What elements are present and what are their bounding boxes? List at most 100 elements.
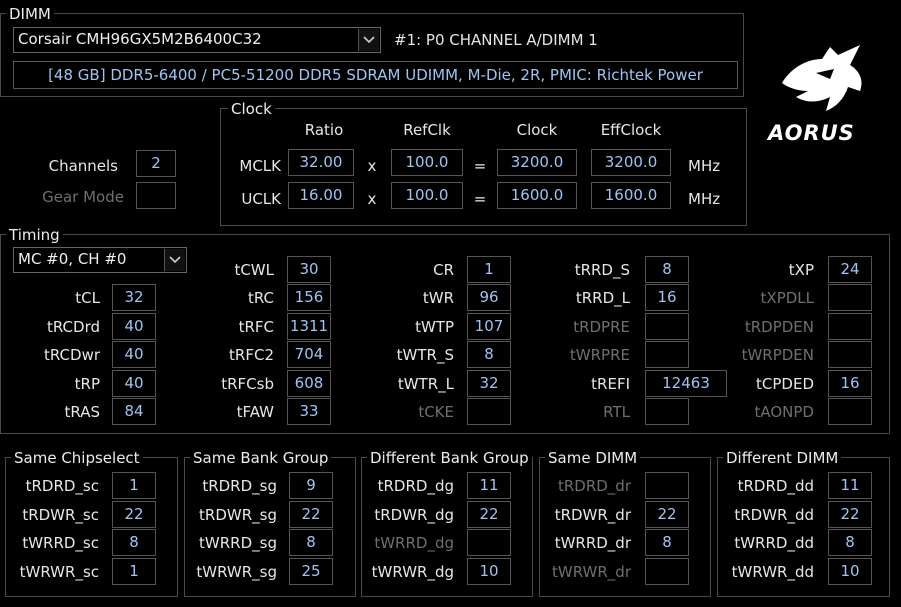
timing-label-taonpd: tAONPD bbox=[754, 403, 814, 421]
timing-label-trcdrd: tRCDrd bbox=[46, 318, 100, 336]
timing-value-tcpded: 16 bbox=[828, 370, 872, 397]
module-select-value: Corsair CMH96GX5M2B6400C32 bbox=[18, 30, 262, 48]
uclk-refclk: 100.0 bbox=[391, 182, 463, 209]
mc-channel-select[interactable]: MC #0, CH #0 bbox=[13, 247, 187, 273]
timing-label-trfc: tRFC bbox=[238, 318, 274, 336]
group-value-trdrd_dr bbox=[645, 472, 689, 499]
timing-label-twtr_s: tWTR_S bbox=[396, 346, 454, 364]
timing-value-twrpden bbox=[828, 341, 872, 368]
group-label-trdwr_dd: tRDWR_dd bbox=[734, 506, 814, 524]
group-label-twrwr_sc: tWRWR_sc bbox=[19, 563, 99, 581]
group-legend: Same Chipselect bbox=[11, 449, 143, 467]
group-value-twrrd_sc: 8 bbox=[112, 529, 156, 556]
group-label-twrrd_dr: tWRRD_dr bbox=[554, 534, 631, 552]
mclk-ratio: 32.00 bbox=[288, 149, 354, 176]
uclk-label: UCLK bbox=[241, 190, 281, 208]
uclk-times: x bbox=[367, 190, 377, 208]
timing-label-twr: tWR bbox=[422, 289, 454, 307]
timing-value-trc: 156 bbox=[287, 284, 331, 311]
timing-value-trrd_l: 16 bbox=[645, 284, 689, 311]
group-legend: Same DIMM bbox=[545, 449, 641, 467]
timing-label-tcpded: tCPDED bbox=[756, 375, 814, 393]
group-label-trdrd_dg: tRDRD_dg bbox=[377, 477, 454, 495]
timing-value-trfc: 1311 bbox=[287, 313, 331, 340]
timing-value-tcke bbox=[467, 398, 511, 425]
uclk-equals: = bbox=[473, 190, 487, 208]
timing-value-tcwl: 30 bbox=[287, 256, 331, 283]
chevron-down-icon[interactable] bbox=[358, 29, 379, 51]
timing-value-trdpre bbox=[645, 313, 689, 340]
group-value-twrrd_dr: 8 bbox=[645, 529, 689, 556]
group-value-trdwr_dr: 22 bbox=[645, 501, 689, 528]
group-label-twrwr_dd: tWRWR_dd bbox=[731, 563, 814, 581]
group-value-twrrd_dd: 8 bbox=[828, 529, 872, 556]
timing-label-txp: tXP bbox=[788, 261, 814, 279]
clock-header-refclk: RefClk bbox=[403, 121, 451, 139]
timing-value-twrpre bbox=[645, 341, 689, 368]
group-value-twrwr_dg: 10 bbox=[467, 558, 511, 585]
clock-header-ratio: Ratio bbox=[304, 121, 344, 139]
timing-value-tras: 84 bbox=[112, 398, 156, 425]
timing-label-twtp: tWTP bbox=[415, 318, 454, 336]
group-value-twrwr_dr bbox=[645, 558, 689, 585]
mclk-equals: = bbox=[473, 157, 487, 175]
module-select[interactable]: Corsair CMH96GX5M2B6400C32 bbox=[13, 27, 381, 53]
timing-value-twtp: 107 bbox=[467, 313, 511, 340]
group-value-trdrd_dg: 11 bbox=[467, 472, 511, 499]
mclk-effclock: 3200.0 bbox=[591, 149, 671, 176]
uclk-clock: 1600.0 bbox=[497, 182, 577, 209]
group-value-twrrd_dg bbox=[467, 529, 511, 556]
timing-value-cr: 1 bbox=[467, 256, 511, 283]
group-legend: Different DIMM bbox=[723, 449, 842, 467]
timing-label-trcdwr: tRCDwr bbox=[43, 346, 100, 364]
group-label-twrrd_sc: tWRRD_sc bbox=[22, 534, 99, 552]
timing-value-twr: 96 bbox=[467, 284, 511, 311]
timing-label-rtl: RTL bbox=[603, 403, 630, 421]
timing-label-trc: tRC bbox=[247, 289, 274, 307]
timing-label-twtr_l: tWTR_L bbox=[397, 375, 454, 393]
timing-label-cr: CR bbox=[433, 261, 454, 279]
group-legend: Different Bank Group bbox=[367, 449, 532, 467]
group-label-twrrd_dd: tWRRD_dd bbox=[734, 534, 814, 552]
timing-value-trefi: 12463 bbox=[645, 370, 727, 397]
group-label-trdwr_dg: tRDWR_dg bbox=[374, 506, 454, 524]
timing-label-trfc2: tRFC2 bbox=[229, 346, 274, 364]
group-label-trdwr_sg: tRDWR_sg bbox=[199, 506, 277, 524]
mc-channel-select-value: MC #0, CH #0 bbox=[18, 250, 127, 268]
timing-value-taonpd bbox=[828, 398, 872, 425]
channels-label: Channels bbox=[48, 157, 118, 175]
timing-label-txpdll: tXPDLL bbox=[760, 289, 814, 307]
timing-label-twrpden: tWRPDEN bbox=[741, 346, 814, 364]
group-value-trdwr_dg: 22 bbox=[467, 501, 511, 528]
group-label-trdrd_sc: tRDRD_sc bbox=[25, 477, 99, 495]
timing-value-rtl bbox=[645, 398, 689, 425]
group-value-trdrd_sc: 1 bbox=[112, 472, 156, 499]
group-label-twrwr_sg: tWRWR_sg bbox=[196, 563, 277, 581]
timing-label-trefi: tREFI bbox=[591, 375, 630, 393]
timing-value-trrd_s: 8 bbox=[645, 256, 689, 283]
mclk-label: MCLK bbox=[239, 157, 281, 175]
group-value-trdrd_dd: 11 bbox=[828, 472, 872, 499]
group-value-twrwr_dd: 10 bbox=[828, 558, 872, 585]
timing-value-trcdwr: 40 bbox=[112, 341, 156, 368]
group-value-twrwr_sg: 25 bbox=[289, 558, 333, 585]
timing-value-twtr_s: 8 bbox=[467, 341, 511, 368]
gear-mode-value bbox=[136, 182, 176, 209]
aorus-logo: AORUS bbox=[760, 25, 880, 150]
group-label-trdrd_dd: tRDRD_dd bbox=[737, 477, 814, 495]
timing-label-trrd_l: tRRD_L bbox=[575, 289, 630, 307]
group-value-twrrd_sg: 8 bbox=[289, 529, 333, 556]
group-value-trdrd_sg: 9 bbox=[289, 472, 333, 499]
timing-value-trp: 40 bbox=[112, 370, 156, 397]
clock-legend: Clock bbox=[228, 100, 275, 118]
group-label-trdwr_sc: tRDWR_sc bbox=[22, 506, 99, 524]
clock-header-clock: Clock bbox=[516, 121, 558, 139]
timing-value-trdpden bbox=[828, 313, 872, 340]
chevron-down-icon[interactable] bbox=[164, 249, 185, 271]
group-value-trdwr_sg: 22 bbox=[289, 501, 333, 528]
timing-label-trp: tRP bbox=[74, 375, 100, 393]
logo-text: AORUS bbox=[768, 121, 855, 145]
timing-label-twrpre: tWRPRE bbox=[569, 346, 630, 364]
group-value-trdwr_sc: 22 bbox=[112, 501, 156, 528]
timing-label-trdpre: tRDPRE bbox=[573, 318, 630, 336]
